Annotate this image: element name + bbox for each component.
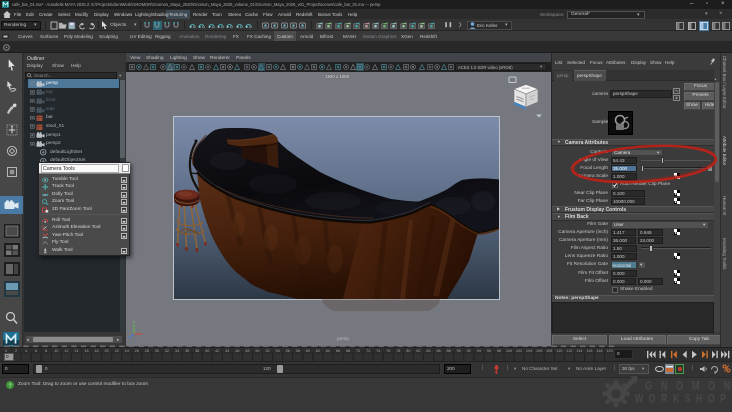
svg-text:THE: THE xyxy=(632,376,637,385)
svg-text:WORKSHOP: WORKSHOP xyxy=(635,392,726,406)
svg-text:?: ? xyxy=(8,383,11,389)
svg-text:Y: Y xyxy=(133,321,136,325)
